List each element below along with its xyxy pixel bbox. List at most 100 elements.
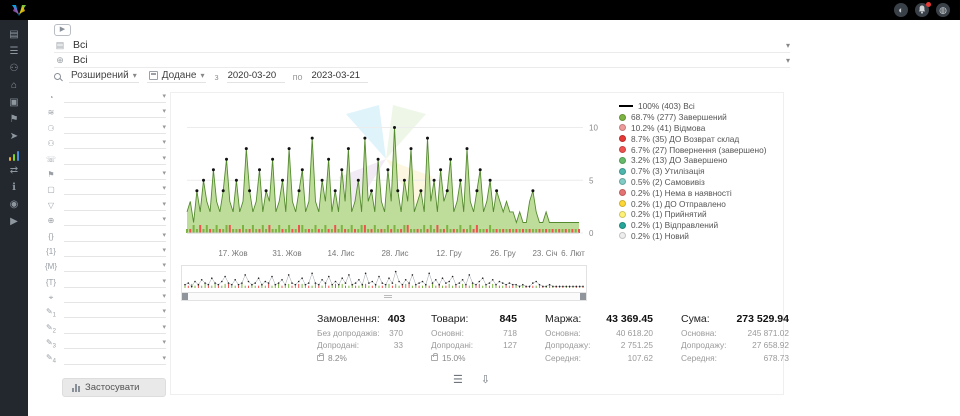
sidebar-item-campaigns[interactable]: ➤	[3, 129, 25, 144]
legend-item[interactable]: 0.2% (1) Прийнятий	[619, 209, 781, 220]
sidebar-item-stats[interactable]	[3, 146, 25, 161]
video-tutorial-button[interactable]: ▶	[54, 24, 71, 36]
filter-select[interactable]: ▾	[64, 215, 166, 226]
chevron-down-icon: ▾	[786, 56, 790, 65]
filter-select[interactable]: ▾	[64, 292, 166, 303]
search-icon[interactable]	[54, 73, 61, 80]
brush-handle-left[interactable]	[182, 293, 188, 300]
legend-label: 0.2% (1) Новий	[631, 231, 689, 241]
date-from-input[interactable]	[227, 70, 285, 83]
legend-item[interactable]: 8.7% (35) ДО Возврат склад	[619, 133, 781, 144]
legend-item[interactable]: 100% (403) Всі	[619, 101, 781, 112]
filter-select[interactable]: ▾	[64, 138, 166, 149]
sidebar-item-video[interactable]: ▶	[3, 214, 25, 229]
legend-item[interactable]: 0.7% (3) Утилізація	[619, 166, 781, 177]
filter-icon-phone: ☏	[44, 155, 58, 164]
filter-row: ◔▾	[44, 92, 166, 103]
support-icon[interactable]: ◍	[936, 3, 950, 17]
legend-item[interactable]: 0.2% (1) Нема в наявності	[619, 187, 781, 198]
chevron-down-icon: ▾	[162, 123, 166, 133]
filter-select[interactable]: ▾	[64, 154, 166, 165]
chevron-down-icon: ▾	[162, 231, 166, 241]
legend-swatch	[619, 168, 626, 175]
filter-select[interactable]: ▾	[64, 246, 166, 257]
sidebar-item-info[interactable]: ℹ	[3, 180, 25, 195]
filter-select[interactable]: ▾	[64, 323, 166, 334]
legend-label: 0.5% (2) Самовивіз	[631, 177, 705, 187]
filter-icon-field-t: {T}	[44, 278, 58, 287]
legend-item[interactable]: 10.2% (41) Відмова	[619, 123, 781, 134]
filter-icon-clients: ⚇	[44, 139, 58, 148]
status-filter-select[interactable]: ▤ Всі ▾	[54, 38, 790, 53]
status-icon[interactable]: ◐	[894, 3, 908, 17]
legend-label: 3.2% (13) ДО Завершено	[631, 155, 727, 165]
apply-button[interactable]: Застосувати	[62, 378, 166, 397]
chevron-down-icon: ▾	[162, 169, 166, 179]
sidebar-item-integrations[interactable]: ⇄	[3, 163, 25, 178]
brush-grip[interactable]	[384, 295, 392, 298]
x-tick-label: 31. Жов	[272, 249, 301, 258]
stat-sub-row: Допродані:127	[431, 340, 517, 350]
stat-sub-row: Допродажу:2 751.25	[545, 340, 653, 350]
legend-item[interactable]: 6.7% (27) Повернення (завершено)	[619, 144, 781, 155]
sidebar-item-clients[interactable]: ⚇	[3, 61, 25, 76]
advanced-mode-select[interactable]: Розширений ▾	[69, 70, 139, 83]
brand-logo[interactable]	[10, 3, 28, 18]
sidebar-item-dashboard[interactable]: ▤	[3, 27, 25, 42]
source-filter-select[interactable]: ⊕ Всі ▾	[54, 53, 790, 68]
stat-sub-row: Основна:40 618.20	[545, 328, 653, 338]
legend-item[interactable]: 68.7% (277) Завершений	[619, 112, 781, 123]
chevron-down-icon: ▾	[200, 71, 204, 80]
legend-item[interactable]: 0.2% (1) ДО Отправлено	[619, 198, 781, 209]
date-field-select[interactable]: Додане ▾	[147, 70, 207, 83]
chevron-down-icon: ▾	[162, 92, 166, 102]
upsell-percent-row: 8.2%	[317, 353, 403, 363]
sidebar-item-partners[interactable]: ◉	[3, 197, 25, 212]
data-table-icon[interactable]: ☰	[453, 373, 463, 386]
filter-row: ≋▾	[44, 107, 166, 118]
filter-select[interactable]: ▾	[64, 261, 166, 272]
chart-navigator[interactable]	[181, 265, 587, 293]
legend-item[interactable]: 0.2% (1) Новий	[619, 231, 781, 242]
legend-label: 0.2% (1) Прийнятий	[631, 209, 707, 219]
calendar-icon	[149, 71, 158, 80]
chevron-down-icon: ▾	[133, 71, 137, 80]
filter-icon-status: ◔	[44, 93, 58, 102]
x-axis-labels: 17. Жов31. Жов14. Лис28. Лис12. Гру26. Г…	[181, 249, 581, 261]
sidebar-item-shop[interactable]: ⌂	[3, 78, 25, 93]
stat-title: Товари:	[431, 313, 468, 325]
navigator-scrollbar[interactable]	[181, 293, 587, 301]
download-icon[interactable]: ⇩	[481, 373, 490, 386]
upsell-bag-icon	[431, 355, 438, 361]
date-to-input[interactable]	[310, 70, 368, 83]
legend-swatch	[619, 178, 626, 185]
filter-select[interactable]: ▾	[64, 231, 166, 242]
filter-select[interactable]: ▾	[64, 277, 166, 288]
filter-select[interactable]: ▾	[64, 107, 166, 118]
main-chart[interactable]: 0510	[181, 99, 617, 247]
legend-item[interactable]: 0.2% (1) Відправлений	[619, 220, 781, 231]
brush-handle-right[interactable]	[580, 293, 586, 300]
x-tick-label: 14. Лис	[327, 249, 354, 258]
chevron-down-icon: ▾	[162, 154, 166, 164]
filter-select[interactable]: ▾	[64, 184, 166, 195]
filter-select[interactable]: ▾	[64, 169, 166, 180]
notifications-bell-icon[interactable]	[915, 3, 929, 17]
chevron-down-icon: ▾	[162, 138, 166, 148]
filter-row: ✎2▾	[44, 323, 166, 334]
stat-column: Замовлення:403Без допродажів:370Допродан…	[317, 313, 403, 363]
sidebar-item-tags[interactable]: ⚑	[3, 112, 25, 127]
filter-select[interactable]: ▾	[64, 307, 166, 318]
legend-label: 8.7% (35) ДО Возврат склад	[631, 134, 739, 144]
filter-select[interactable]: ▾	[64, 338, 166, 349]
filter-select[interactable]: ▾	[64, 200, 166, 211]
legend-item[interactable]: 3.2% (13) ДО Завершено	[619, 155, 781, 166]
filter-select[interactable]: ▾	[64, 354, 166, 365]
sidebar-item-orders[interactable]: ☰	[3, 44, 25, 59]
stat-sub-row: Основні:718	[431, 328, 517, 338]
legend-swatch	[619, 232, 626, 239]
filter-select[interactable]: ▾	[64, 123, 166, 134]
legend-item[interactable]: 0.5% (2) Самовивіз	[619, 177, 781, 188]
filter-select[interactable]: ▾	[64, 92, 166, 103]
sidebar-item-products[interactable]: ▣	[3, 95, 25, 110]
